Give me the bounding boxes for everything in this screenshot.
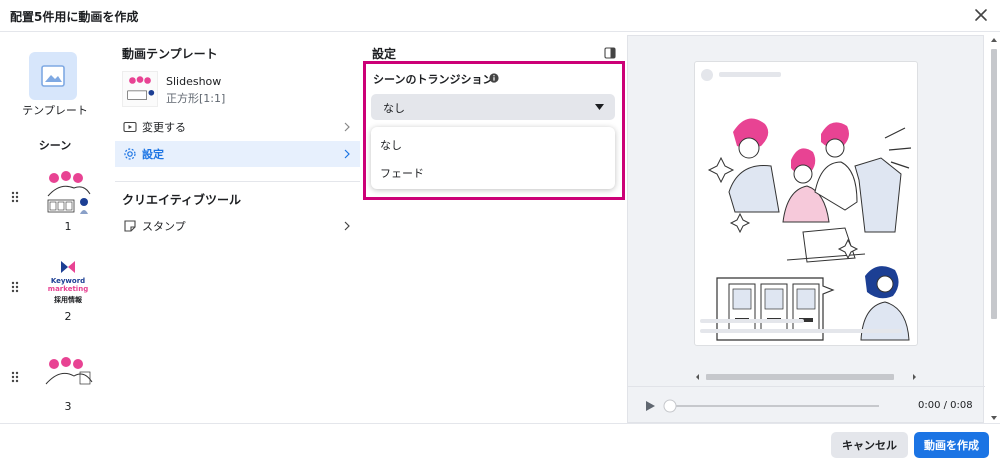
template-format: 正方形[1:1] xyxy=(166,92,226,105)
creative-tools-heading: クリエイティブツール xyxy=(122,193,242,207)
drag-handle-icon[interactable] xyxy=(11,191,19,203)
caption-line xyxy=(700,329,902,333)
image-icon xyxy=(41,65,65,87)
panel-collapse-icon[interactable] xyxy=(604,47,616,59)
drag-handle-icon[interactable] xyxy=(11,281,19,293)
video-preview: 0:00 / 0:08 xyxy=(627,35,985,424)
logo-text-line2: marketing xyxy=(47,285,89,293)
template-column: 動画テンプレート Slideshow 正方形[1:1] 変更する 設定 クリエイ… xyxy=(115,33,360,423)
scene-item[interactable]: Keyword marketing 採用情報 2 xyxy=(0,255,110,325)
change-template-button[interactable]: 変更する xyxy=(115,114,360,140)
settings-menu-item[interactable]: 設定 xyxy=(115,141,360,167)
settings-menu-label: 設定 xyxy=(142,148,164,161)
highlight-box xyxy=(363,61,625,200)
close-icon[interactable] xyxy=(971,5,991,25)
chevron-right-icon xyxy=(344,221,350,231)
sticker-icon xyxy=(124,220,136,232)
scene-thumbnail xyxy=(45,357,93,385)
scene-number: 3 xyxy=(64,400,72,413)
drag-handle-icon[interactable] xyxy=(11,371,19,383)
dialog-header: 配置5件用に動画を作成 xyxy=(0,0,1000,32)
vertical-scrollbar[interactable] xyxy=(988,35,1000,423)
scene-number: 1 xyxy=(64,220,72,233)
scenes-title: シーン xyxy=(38,139,72,152)
template-name: Slideshow xyxy=(166,75,222,88)
stamp-menu-label: スタンプ xyxy=(142,220,186,233)
post-preview xyxy=(694,61,918,346)
chevron-right-icon xyxy=(344,149,350,159)
template-tab-button[interactable] xyxy=(29,52,77,100)
cancel-button[interactable]: キャンセル xyxy=(831,432,908,458)
gear-icon xyxy=(124,148,136,160)
playback-time: 0:00 / 0:08 xyxy=(918,400,973,411)
scene-item[interactable]: 3 xyxy=(0,345,110,415)
section-divider xyxy=(115,181,360,182)
horizontal-scrollbar[interactable] xyxy=(694,372,918,382)
stamp-menu-item[interactable]: スタンプ xyxy=(115,213,360,239)
change-template-label: 変更する xyxy=(142,121,186,134)
dialog-footer: キャンセル 動画を作成 xyxy=(0,423,1000,464)
seek-bar[interactable] xyxy=(663,399,879,413)
keyword-marketing-logo-icon xyxy=(61,261,75,273)
video-icon xyxy=(123,121,137,133)
left-rail: テンプレート シーン 1 Keyword marketing 採用情報 2 3 xyxy=(0,33,110,423)
template-tab-label: テンプレート xyxy=(22,104,88,117)
logo-text-line1: Keyword xyxy=(50,277,86,285)
video-player-controls: 0:00 / 0:08 xyxy=(628,386,985,424)
settings-title: 設定 xyxy=(372,47,397,61)
caption-line xyxy=(700,319,804,323)
template-thumbnail xyxy=(122,71,158,107)
scene-thumbnail xyxy=(47,171,91,214)
logo-text-line3: 採用情報 xyxy=(54,296,82,304)
scene-item[interactable]: 1 xyxy=(0,163,110,233)
create-video-button[interactable]: 動画を作成 xyxy=(914,432,989,458)
post-illustration xyxy=(701,69,912,341)
dialog-title: 配置5件用に動画を作成 xyxy=(10,10,139,24)
play-icon[interactable] xyxy=(644,400,656,412)
chevron-right-icon xyxy=(344,122,350,132)
scene-number: 2 xyxy=(64,310,72,323)
video-template-heading: 動画テンプレート xyxy=(122,47,218,61)
scene-thumbnail: Keyword marketing 採用情報 xyxy=(40,257,96,309)
